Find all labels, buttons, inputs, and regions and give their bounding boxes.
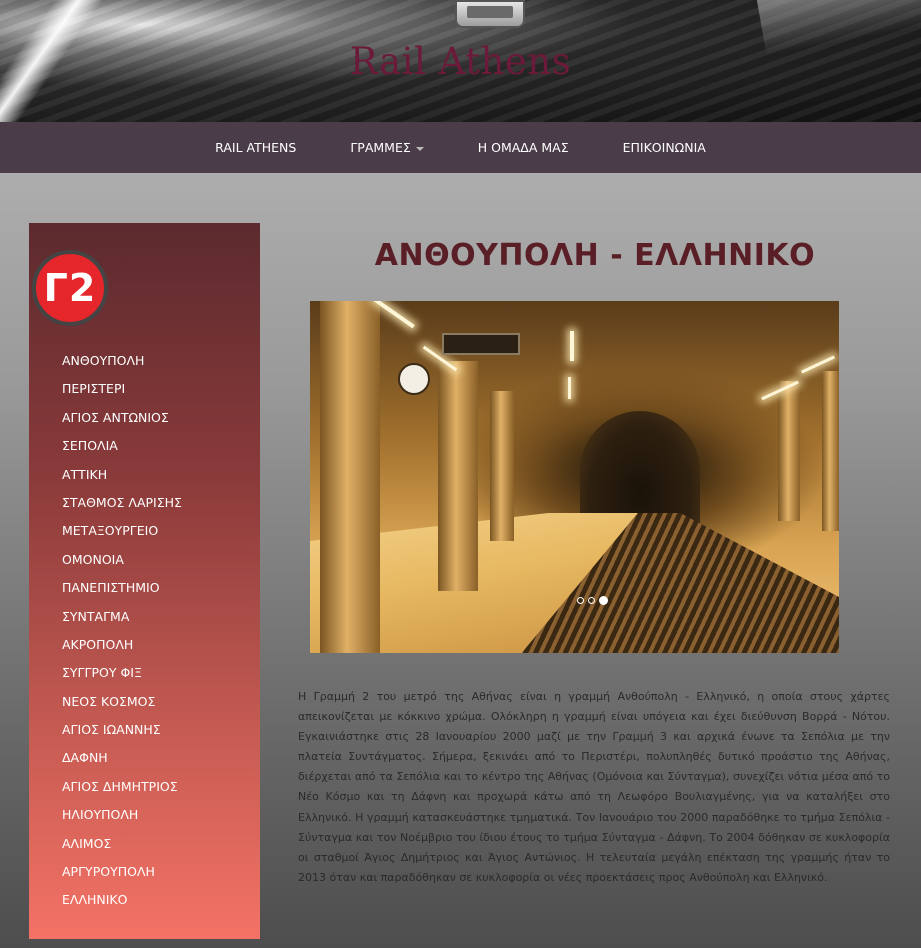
station-link[interactable]: ΔΑΦΝΗ xyxy=(62,748,182,776)
station-link[interactable]: ΠΑΝΕΠΙΣΤΗΜΙΟ xyxy=(62,578,182,606)
station-link[interactable]: ΑΝΘΟΥΠΟΛΗ xyxy=(62,351,182,379)
carousel-dot[interactable] xyxy=(588,597,595,604)
nav-item-lines[interactable]: ΓΡΑΜΜΕΣ xyxy=(323,140,450,155)
station-link[interactable]: ΑΤΤΙΚΗ xyxy=(62,465,182,493)
station-link[interactable]: ΑΓΙΟΣ ΔΗΜΗΤΡΙΟΣ xyxy=(62,777,182,805)
station-sidebar: Γ2 ΑΝΘΟΥΠΟΛΗ ΠΕΡΙΣΤΕΡΙ ΑΓΙΟΣ ΑΝΤΩΝΙΟΣ ΣΕ… xyxy=(29,223,260,939)
carousel-dot[interactable] xyxy=(577,597,584,604)
station-link[interactable]: ΑΓΙΟΣ ΑΝΤΩΝΙΟΣ xyxy=(62,408,182,436)
station-link[interactable]: ΑΡΓΥΡΟΥΠΟΛΗ xyxy=(62,862,182,890)
nav-item-label: RAIL ATHENS xyxy=(215,140,297,155)
carousel-pillar xyxy=(320,301,380,653)
line-description: Η Γραμμή 2 του μετρό της Αθήνας είναι η … xyxy=(298,690,890,884)
carousel-ceiling-light xyxy=(568,377,571,399)
station-link[interactable]: ΗΛΙΟΥΠΟΛΗ xyxy=(62,805,182,833)
carousel-indicators xyxy=(577,596,608,605)
station-link[interactable]: ΣΤΑΘΜΟΣ ΛΑΡΙΣΗΣ xyxy=(62,493,182,521)
caret-down-icon xyxy=(415,146,424,151)
carousel-dot-active[interactable] xyxy=(599,596,608,605)
page-title: ΑΝΘΟΥΠΟΛΗ - ΕΛΛΗΝΙΚΟ xyxy=(374,238,816,273)
station-link[interactable]: ΣΥΓΓΡΟΥ ΦΙΞ xyxy=(62,663,182,691)
station-link[interactable]: ΠΕΡΙΣΤΕΡΙ xyxy=(62,379,182,407)
nav-item-our-team[interactable]: Η ΟΜΑΔΑ ΜΑΣ xyxy=(451,140,596,155)
station-list: ΑΝΘΟΥΠΟΛΗ ΠΕΡΙΣΤΕΡΙ ΑΓΙΟΣ ΑΝΤΩΝΙΟΣ ΣΕΠΟΛ… xyxy=(62,351,182,919)
station-link[interactable]: ΣΕΠΟΛΙΑ xyxy=(62,436,182,464)
nav-item-label: ΕΠΙΚΟΙΝΩΝΙΑ xyxy=(622,140,706,155)
station-link[interactable]: ΝΕΟΣ ΚΟΣΜΟΣ xyxy=(62,692,182,720)
main-nav: RAIL ATHENS ΓΡΑΜΜΕΣ Η ΟΜΑΔΑ ΜΑΣ ΕΠΙΚΟΙΝΩ… xyxy=(0,122,921,173)
station-link[interactable]: ΑΚΡΟΠΟΛΗ xyxy=(62,635,182,663)
header-banner: Rail Athens xyxy=(0,0,921,122)
station-link[interactable]: ΑΓΙΟΣ ΙΩΑΝΝΗΣ xyxy=(62,720,182,748)
line-badge: Γ2 xyxy=(32,250,108,326)
nav-item-contact[interactable]: ΕΠΙΚΟΙΝΩΝΙΑ xyxy=(596,140,733,155)
carousel-pillar xyxy=(438,361,478,591)
station-link[interactable]: ΣΥΝΤΑΓΜΑ xyxy=(62,607,182,635)
nav-item-label: Η ΟΜΑΔΑ ΜΑΣ xyxy=(477,140,569,155)
image-carousel[interactable] xyxy=(310,301,839,653)
carousel-ceiling-light xyxy=(570,331,574,361)
station-display-sign xyxy=(442,333,520,355)
station-link[interactable]: ΑΛΙΜΟΣ xyxy=(62,834,182,862)
train-front-icon[interactable] xyxy=(455,0,525,28)
nav-item-rail-athens[interactable]: RAIL ATHENS xyxy=(188,140,323,155)
station-link[interactable]: ΕΛΛΗΝΙΚΟ xyxy=(62,890,182,918)
nav-item-label: ΓΡΑΜΜΕΣ xyxy=(350,140,411,155)
carousel-pillar xyxy=(822,371,839,531)
station-link[interactable]: ΟΜΟΝΟΙΑ xyxy=(62,550,182,578)
site-title[interactable]: Rail Athens xyxy=(0,40,921,83)
station-link[interactable]: ΜΕΤΑΞΟΥΡΓΕΙΟ xyxy=(62,521,182,549)
carousel-pillar xyxy=(490,391,514,541)
carousel-pillar xyxy=(778,381,800,521)
train-window xyxy=(467,6,513,18)
clock-icon xyxy=(398,363,430,395)
